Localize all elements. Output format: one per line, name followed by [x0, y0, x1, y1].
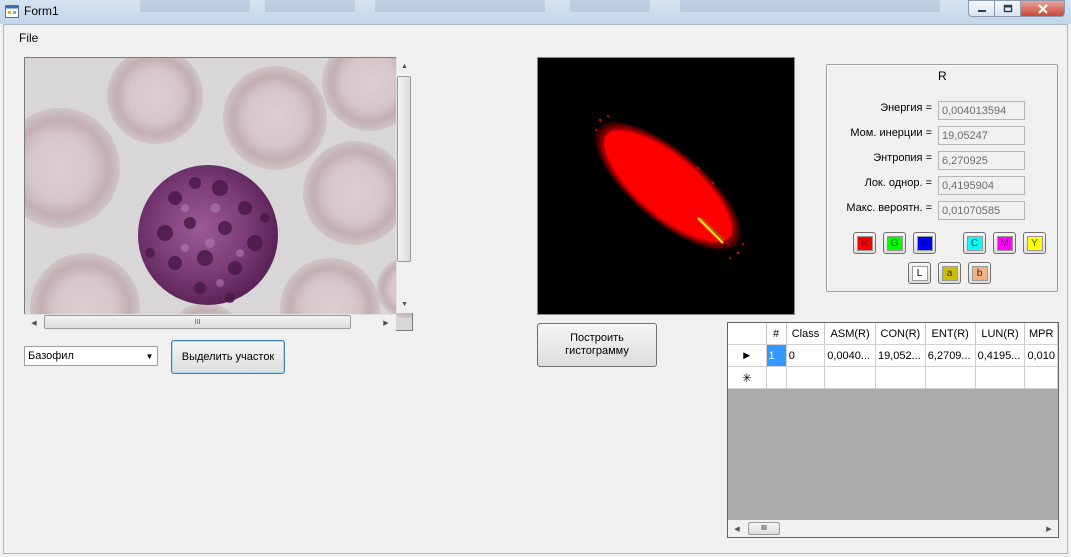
new-row-asterisk-icon[interactable]: ✳: [728, 366, 767, 389]
dropdown-arrow-icon[interactable]: ▼: [142, 347, 157, 365]
grid-cell[interactable]: 1: [766, 344, 787, 367]
max-probability-value: 0,01070585: [938, 201, 1025, 220]
window-controls: [968, 0, 1065, 17]
image-horizontal-scroll-thumb[interactable]: III: [44, 315, 351, 329]
channel-g-button[interactable]: G: [883, 232, 906, 254]
channel-g-label: G: [886, 235, 903, 251]
grid-scroll-right-arrow-icon[interactable]: ▶: [1042, 521, 1056, 536]
channel-r-label: R: [856, 235, 873, 251]
scroll-left-arrow-icon[interactable]: ◀: [26, 315, 42, 330]
channel-y-label: Y: [1026, 235, 1043, 251]
grid-cell-empty[interactable]: [824, 366, 876, 389]
grid-cell-empty[interactable]: [1024, 366, 1058, 389]
channel-m-label: M: [996, 235, 1013, 251]
channel-c-label: C: [966, 235, 983, 251]
grid-cell-empty[interactable]: [875, 366, 926, 389]
minimize-icon: [977, 9, 986, 12]
channel-l-button[interactable]: L: [908, 262, 931, 284]
window-title: Form1: [24, 4, 59, 18]
class-select-value: Базофил: [28, 350, 74, 362]
channel-b-lab-label: b: [971, 265, 988, 281]
grid-col-header[interactable]: LUN(R): [975, 323, 1026, 345]
maximize-button[interactable]: [994, 0, 1020, 17]
close-icon: [1037, 3, 1048, 14]
local-homogeneity-label: Лок. однор. =: [864, 177, 932, 189]
channel-b-label: B: [916, 235, 933, 251]
energy-value: 0,004013594: [938, 101, 1025, 120]
maximize-icon: [1003, 4, 1012, 13]
class-select[interactable]: Базофил: [24, 346, 158, 366]
grid-cell[interactable]: 0,0040...: [824, 344, 876, 367]
image-viewer[interactable]: [24, 57, 413, 331]
inertia-value: 19,05247: [938, 126, 1025, 145]
scroll-right-arrow-icon[interactable]: ▶: [378, 315, 394, 330]
grid-corner-cell: [728, 323, 767, 345]
grid-header-row: # Class ASM(R) CON(R) ENT(R) LUN(R) MPR: [728, 323, 1058, 345]
results-grid[interactable]: # Class ASM(R) CON(R) ENT(R) LUN(R) MPR …: [727, 322, 1059, 538]
select-region-button[interactable]: Выделить участок: [171, 340, 285, 374]
close-button[interactable]: [1020, 0, 1065, 17]
grid-cell[interactable]: 19,052...: [875, 344, 926, 367]
channel-l-label: L: [911, 265, 928, 281]
grid-col-header[interactable]: ENT(R): [925, 323, 976, 345]
current-row-arrow-icon[interactable]: ▶: [728, 344, 767, 367]
build-histogram-button[interactable]: Построить гистограмму: [537, 323, 657, 367]
blood-cell-image: [25, 58, 412, 330]
app-icon: [5, 5, 19, 18]
grid-cell[interactable]: 0,010: [1024, 344, 1058, 367]
channel-r-button[interactable]: R: [853, 232, 876, 254]
grid-cell-empty[interactable]: [766, 366, 787, 389]
channel-b-lab-button[interactable]: b: [968, 262, 991, 284]
entropy-label: Энтропия =: [873, 152, 932, 164]
channel-b-button[interactable]: B: [913, 232, 936, 254]
local-homogeneity-value: 0,4195904: [938, 176, 1025, 195]
histogram-canvas: [537, 57, 795, 315]
grid-cell-empty[interactable]: [975, 366, 1026, 389]
title-bar: [0, 0, 1071, 24]
grid-col-header[interactable]: ASM(R): [824, 323, 876, 345]
build-histogram-button-label: Построить гистограмму: [565, 332, 629, 357]
scroll-up-arrow-icon[interactable]: ▲: [397, 58, 412, 75]
grid-horizontal-scroll-thumb[interactable]: III: [748, 522, 780, 535]
inertia-label: Мом. инерции =: [850, 127, 932, 139]
grid-cell-empty[interactable]: [786, 366, 826, 389]
minimize-button[interactable]: [968, 0, 994, 17]
select-region-button-label: Выделить участок: [181, 351, 275, 363]
channel-m-button[interactable]: M: [993, 232, 1016, 254]
menu-file[interactable]: File: [19, 31, 38, 45]
grid-col-header[interactable]: CON(R): [875, 323, 926, 345]
grid-cell-empty[interactable]: [925, 366, 976, 389]
table-row-new[interactable]: ✳: [728, 366, 1058, 389]
scroll-down-arrow-icon[interactable]: ▼: [397, 296, 412, 313]
image-vertical-scroll-thumb[interactable]: [397, 76, 411, 262]
channel-y-button[interactable]: Y: [1023, 232, 1046, 254]
channel-c-button[interactable]: C: [963, 232, 986, 254]
histogram-scatter: [593, 115, 744, 259]
table-row[interactable]: ▶ 1 0 0,0040... 19,052... 6,2709... 0,41…: [728, 344, 1058, 367]
results-table: # Class ASM(R) CON(R) ENT(R) LUN(R) MPR …: [728, 323, 1058, 389]
grid-col-header[interactable]: #: [766, 323, 787, 345]
grid-scroll-left-arrow-icon[interactable]: ◀: [730, 521, 744, 536]
entropy-value: 6,270925: [938, 151, 1025, 170]
features-title: R: [938, 69, 947, 83]
grid-cell[interactable]: 0: [786, 344, 826, 367]
max-probability-label: Макс. вероятн. =: [846, 202, 932, 214]
grid-col-header[interactable]: MPR: [1024, 323, 1058, 345]
grid-cell[interactable]: 0,4195...: [975, 344, 1026, 367]
grid-col-header[interactable]: Class: [786, 323, 826, 345]
channel-a-label: a: [941, 265, 958, 281]
grid-cell[interactable]: 6,2709...: [925, 344, 976, 367]
channel-a-button[interactable]: a: [938, 262, 961, 284]
energy-label: Энергия =: [880, 102, 932, 114]
